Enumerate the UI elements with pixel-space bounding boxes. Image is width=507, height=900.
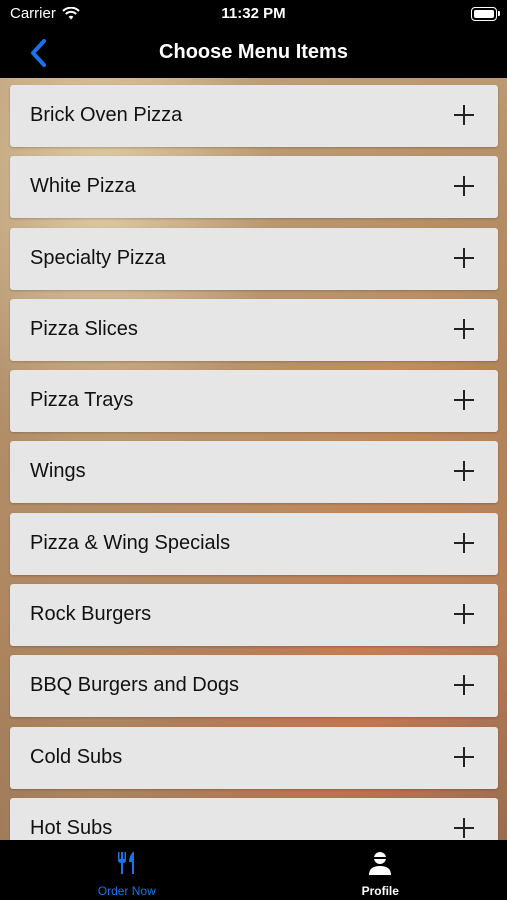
plus-icon[interactable] [454, 390, 474, 411]
plus-icon[interactable] [454, 318, 474, 339]
page-title: Choose Menu Items [159, 41, 348, 63]
tab-bar: Order Now Profile [0, 840, 507, 900]
user-icon [369, 852, 392, 875]
plus-icon[interactable] [454, 176, 474, 197]
menu-item-pizza-slices[interactable]: Pizza Slices [10, 298, 498, 361]
plus-icon[interactable] [454, 105, 474, 125]
status-bar: Carrier 11:32 PM [0, 0, 507, 30]
menu-item-label: Rock Burgers [30, 603, 152, 626]
menu-item-label: Specialty Pizza [30, 246, 166, 269]
menu-item-label: Hot Subs [30, 816, 113, 839]
menu-item-wings[interactable]: Wings [10, 441, 498, 504]
menu-item-label: Brick Oven Pizza [30, 104, 183, 126]
menu-item-brick-oven-pizza[interactable]: Brick Oven Pizza [10, 85, 498, 147]
menu-item-pizza-trays[interactable]: Pizza Trays [10, 370, 498, 433]
plus-icon[interactable] [454, 817, 474, 838]
menu-item-rock-burgers[interactable]: Rock Burgers [10, 584, 498, 647]
tab-label: Profile [361, 884, 399, 898]
menu-item-label: Pizza Trays [30, 389, 134, 412]
menu-item-cold-subs[interactable]: Cold Subs [10, 726, 498, 789]
menu-item-label: White Pizza [30, 175, 136, 198]
menu-item-label: Wings [30, 460, 86, 483]
plus-icon[interactable] [454, 604, 474, 625]
menu-item-label: BBQ Burgers and Dogs [30, 674, 239, 697]
plus-icon[interactable] [454, 746, 474, 767]
tab-label: Order Now [97, 884, 156, 898]
plus-icon[interactable] [454, 532, 474, 553]
menu-item-label: Pizza & Wing Specials [30, 531, 231, 554]
tab-profile[interactable]: Profile [254, 840, 507, 900]
battery-icon [471, 7, 500, 21]
menu-item-hot-subs[interactable]: Hot Subs [10, 797, 498, 840]
status-time: 11:32 PM [221, 5, 286, 22]
plus-icon[interactable] [454, 675, 474, 696]
tab-order-now[interactable]: Order Now [0, 840, 254, 900]
utensils-icon [117, 852, 134, 874]
plus-icon[interactable] [454, 461, 474, 482]
menu-item-label: Pizza Slices [30, 317, 138, 340]
menu-item-pizza-wing-specials[interactable]: Pizza & Wing Specials [10, 512, 498, 575]
menu-item-label: Cold Subs [30, 745, 123, 768]
menu-list: Brick Oven Pizza White Pizza Specialty P… [10, 85, 498, 840]
menu-item-white-pizza[interactable]: White Pizza [10, 156, 498, 219]
plus-icon[interactable] [454, 247, 474, 268]
menu-content: Brick Oven Pizza White Pizza Specialty P… [0, 78, 507, 840]
menu-item-specialty-pizza[interactable]: Specialty Pizza [10, 227, 498, 290]
navigation-bar: Choose Menu Items [0, 30, 507, 78]
menu-item-bbq-burgers-and-dogs[interactable]: BBQ Burgers and Dogs [10, 655, 498, 718]
